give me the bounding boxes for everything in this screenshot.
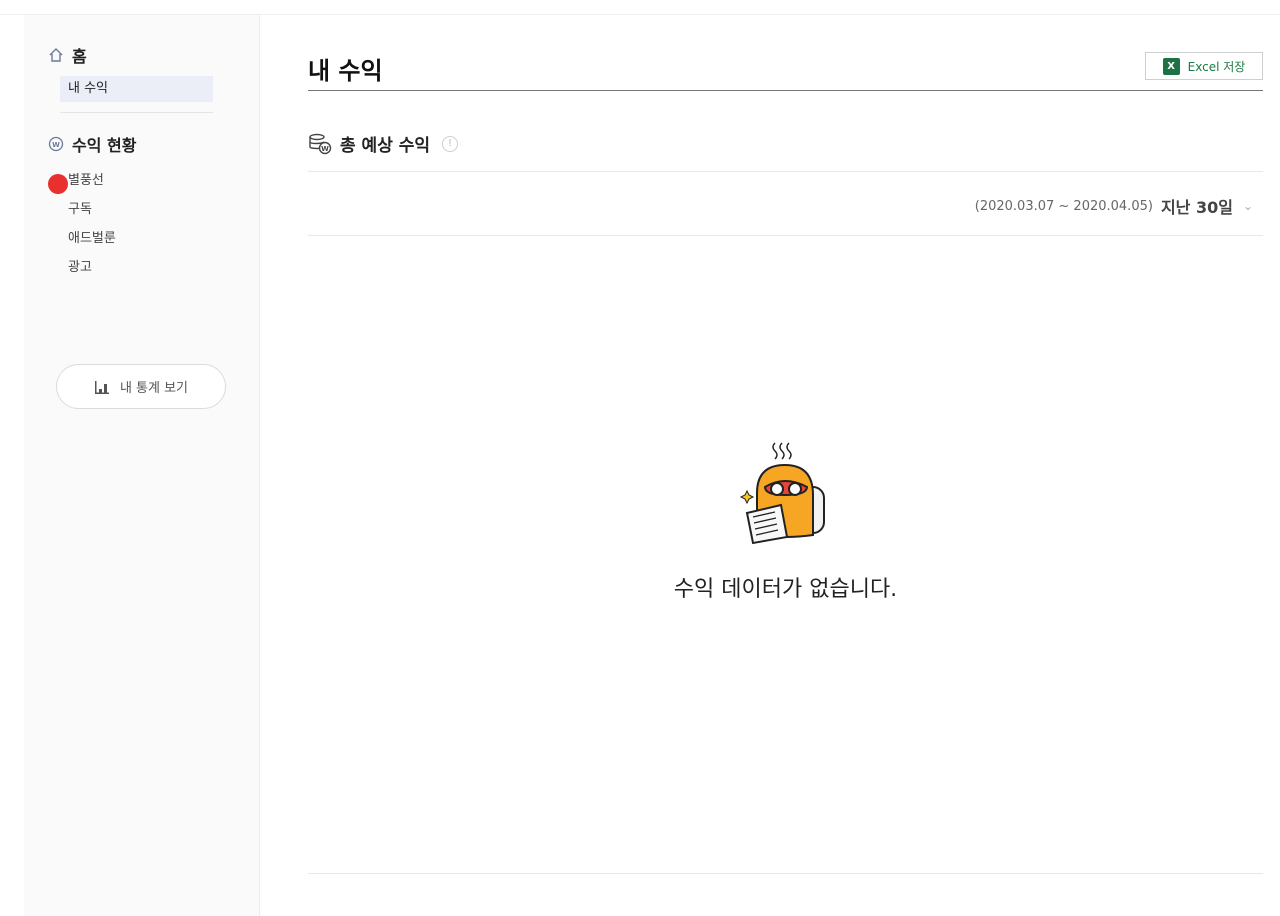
svg-text:W: W [52, 141, 60, 149]
sidebar-divider [60, 112, 213, 113]
sidebar-revenue-label: 수익 현황 [72, 136, 137, 155]
empty-state-character-image [739, 442, 825, 545]
sidebar-item-subscription[interactable]: 구독 [68, 198, 92, 217]
excel-save-label: Excel 저장 [1187, 59, 1246, 74]
svg-text:W: W [321, 145, 329, 153]
sidebar-home-label: 홈 [72, 47, 87, 66]
section-heading: W 총 예상 수익 ! [308, 131, 459, 156]
excel-icon: X [1162, 57, 1180, 75]
info-icon[interactable]: ! [442, 135, 459, 152]
bottom-divider [308, 873, 1263, 874]
main-content: 내 수익 X Excel 저장 W 총 예상 수익 ! (2020.03.07 … [308, 15, 1263, 916]
sidebar-item-star-balloon[interactable]: 별풍선 [68, 169, 104, 188]
chevron-down-icon: ⌄ [1242, 199, 1253, 213]
red-dot-indicator [48, 174, 68, 194]
period-label: 지난 30일 [1160, 198, 1233, 217]
excel-save-button[interactable]: X Excel 저장 [1145, 52, 1263, 80]
empty-state-message: 수익 데이터가 없습니다. [673, 577, 898, 602]
date-range-text: (2020.03.07 ~ 2020.04.05) [974, 198, 1153, 214]
title-divider [308, 90, 1263, 91]
won-coin-icon: W [48, 136, 64, 152]
section-title: 총 예상 수익 [340, 136, 431, 156]
sidebar-item-ads[interactable]: 광고 [68, 256, 92, 275]
section-divider [308, 171, 1263, 172]
filter-divider [308, 235, 1263, 236]
period-selector[interactable]: (2020.03.07 ~ 2020.04.05) 지난 30일 ⌄ [975, 194, 1253, 218]
home-icon [49, 48, 63, 62]
sidebar-item-ad-balloon[interactable]: 애드벌룬 [68, 227, 116, 246]
coin-stack-icon: W [309, 133, 332, 154]
page-title: 내 수익 [308, 57, 383, 85]
view-stats-label: 내 통계 보기 [119, 381, 189, 396]
view-stats-button[interactable]: 내 통계 보기 [56, 364, 226, 409]
sidebar-section-revenue-status[interactable]: W 수익 현황 [48, 132, 136, 156]
sidebar-section-home[interactable]: 홈 [48, 43, 87, 67]
bar-chart-icon [94, 380, 109, 394]
sidebar: 홈 내 수익 W 수익 현황 별풍선 구독 애드벌룬 광고 내 통계 보기 [24, 15, 260, 916]
sidebar-item-my-revenue[interactable]: 내 수익 [60, 76, 213, 102]
